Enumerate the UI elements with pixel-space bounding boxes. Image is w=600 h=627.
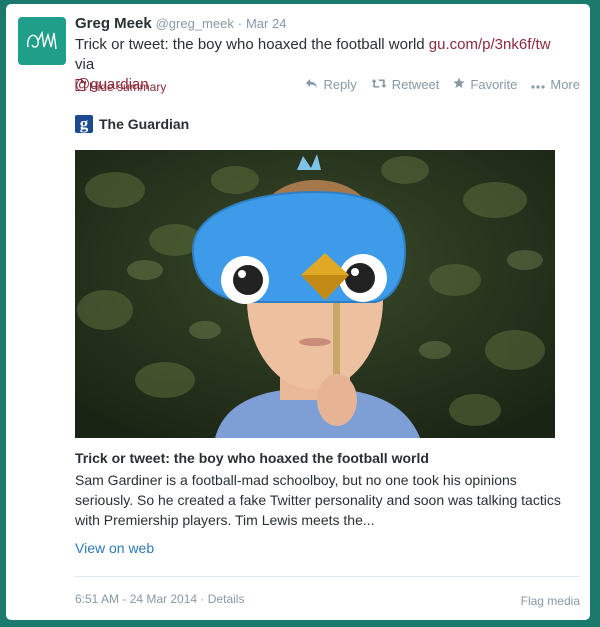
- card-source[interactable]: g The Guardian: [75, 115, 189, 133]
- card-image[interactable]: [75, 150, 555, 438]
- user-handle[interactable]: @greg_meek: [156, 16, 234, 31]
- tweet-via: via: [75, 56, 95, 73]
- footer-separator: ·: [200, 592, 205, 606]
- tweet-footer: 6:51 AM - 24 Mar 2014 · Details: [75, 592, 244, 606]
- tweet-timestamp: 6:51 AM - 24 Mar 2014: [75, 592, 198, 606]
- more-label: More: [550, 77, 580, 92]
- reply-icon: [305, 77, 318, 92]
- card-headline[interactable]: Trick or tweet: the boy who hoaxed the f…: [75, 450, 429, 466]
- details-link[interactable]: Details: [208, 592, 245, 606]
- document-icon: [75, 79, 85, 94]
- favorite-label: Favorite: [470, 77, 518, 92]
- user-name[interactable]: Greg Meek: [75, 15, 152, 32]
- guardian-logo: g: [75, 115, 93, 133]
- avatar[interactable]: [18, 17, 66, 65]
- tweet-text-body: Trick or tweet: the boy who hoaxed the f…: [75, 36, 429, 53]
- footer-divider: [75, 576, 580, 577]
- hide-summary-label: Hide summary: [89, 79, 167, 94]
- tweet-link[interactable]: gu.com/p/3nk6f/tw: [429, 36, 551, 53]
- retweet-button[interactable]: Retweet: [371, 77, 440, 92]
- card-description: Sam Gardiner is a football-mad schoolboy…: [75, 472, 561, 528]
- view-on-web-link[interactable]: View on web: [75, 540, 154, 556]
- tweet-date[interactable]: Mar 24: [246, 16, 286, 31]
- tweet-actions: Reply Retweet Favorite More: [305, 77, 580, 92]
- tweet-header: Greg Meek @greg_meek · Mar 24: [75, 15, 286, 32]
- flag-media-link[interactable]: Flag media: [521, 594, 580, 608]
- retweet-label: Retweet: [391, 77, 440, 92]
- favorite-button[interactable]: Favorite: [453, 77, 517, 92]
- reply-button[interactable]: Reply: [305, 77, 357, 92]
- star-icon: [453, 77, 466, 92]
- retweet-icon: [371, 77, 387, 92]
- reply-label: Reply: [323, 77, 357, 92]
- header-separator: ·: [237, 16, 243, 31]
- more-button[interactable]: More: [531, 77, 580, 92]
- source-name: The Guardian: [99, 116, 190, 132]
- ellipsis-icon: [531, 77, 545, 92]
- hide-summary-toggle[interactable]: Hide summary: [75, 79, 166, 94]
- tweet-card: Greg Meek @greg_meek · Mar 24 Trick or t…: [6, 4, 590, 620]
